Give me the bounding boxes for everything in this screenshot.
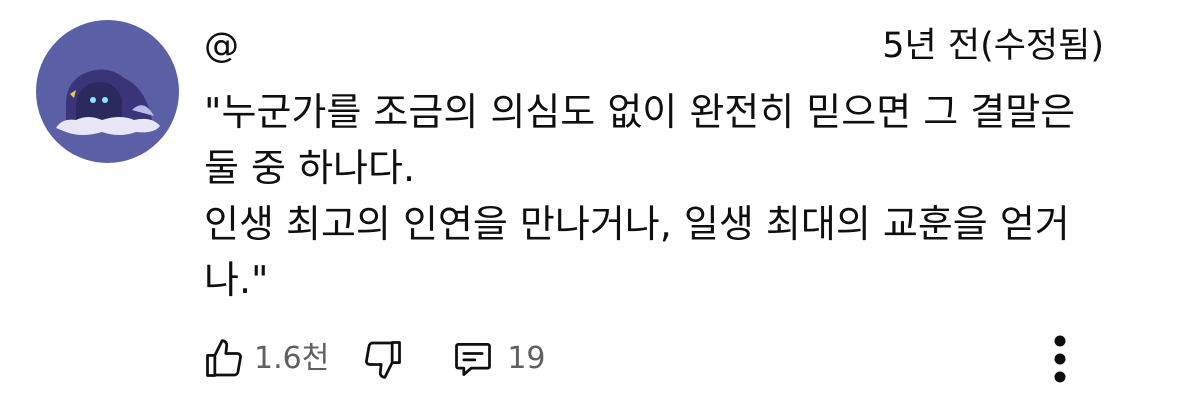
more-vertical-icon [1054,335,1066,383]
comment-actions: 1.6천 19 [200,335,546,383]
reply-button[interactable] [449,335,497,383]
comment-text: "누군가를 조금의 의심도 없이 완전히 믿으면 그 결말은 둘 중 하나다. … [204,84,1104,308]
comment-line: "누군가를 조금의 의심도 없이 완전히 믿으면 그 결말은 [204,90,1076,134]
comment-line: 인생 최고의 인연을 만나거나, 일생 최대의 교훈을 얻거 [204,202,1070,246]
dislike-button[interactable] [359,335,407,383]
avatar-image [36,20,179,163]
more-options-button[interactable] [1040,331,1080,387]
like-count: 1.6천 [254,341,330,376]
comment-line: 둘 중 하나다. [204,146,416,190]
comment-icon [455,342,492,376]
avatar[interactable] [36,20,179,163]
like-button[interactable] [200,335,248,383]
thumbs-down-icon [365,341,402,379]
comment-line: 나." [204,258,269,302]
reply-count: 19 [507,341,546,376]
comment-author[interactable]: @ [204,24,239,68]
comment-timestamp: 5년 전(수정됨) [882,26,1104,66]
thumbs-up-icon [206,339,242,377]
